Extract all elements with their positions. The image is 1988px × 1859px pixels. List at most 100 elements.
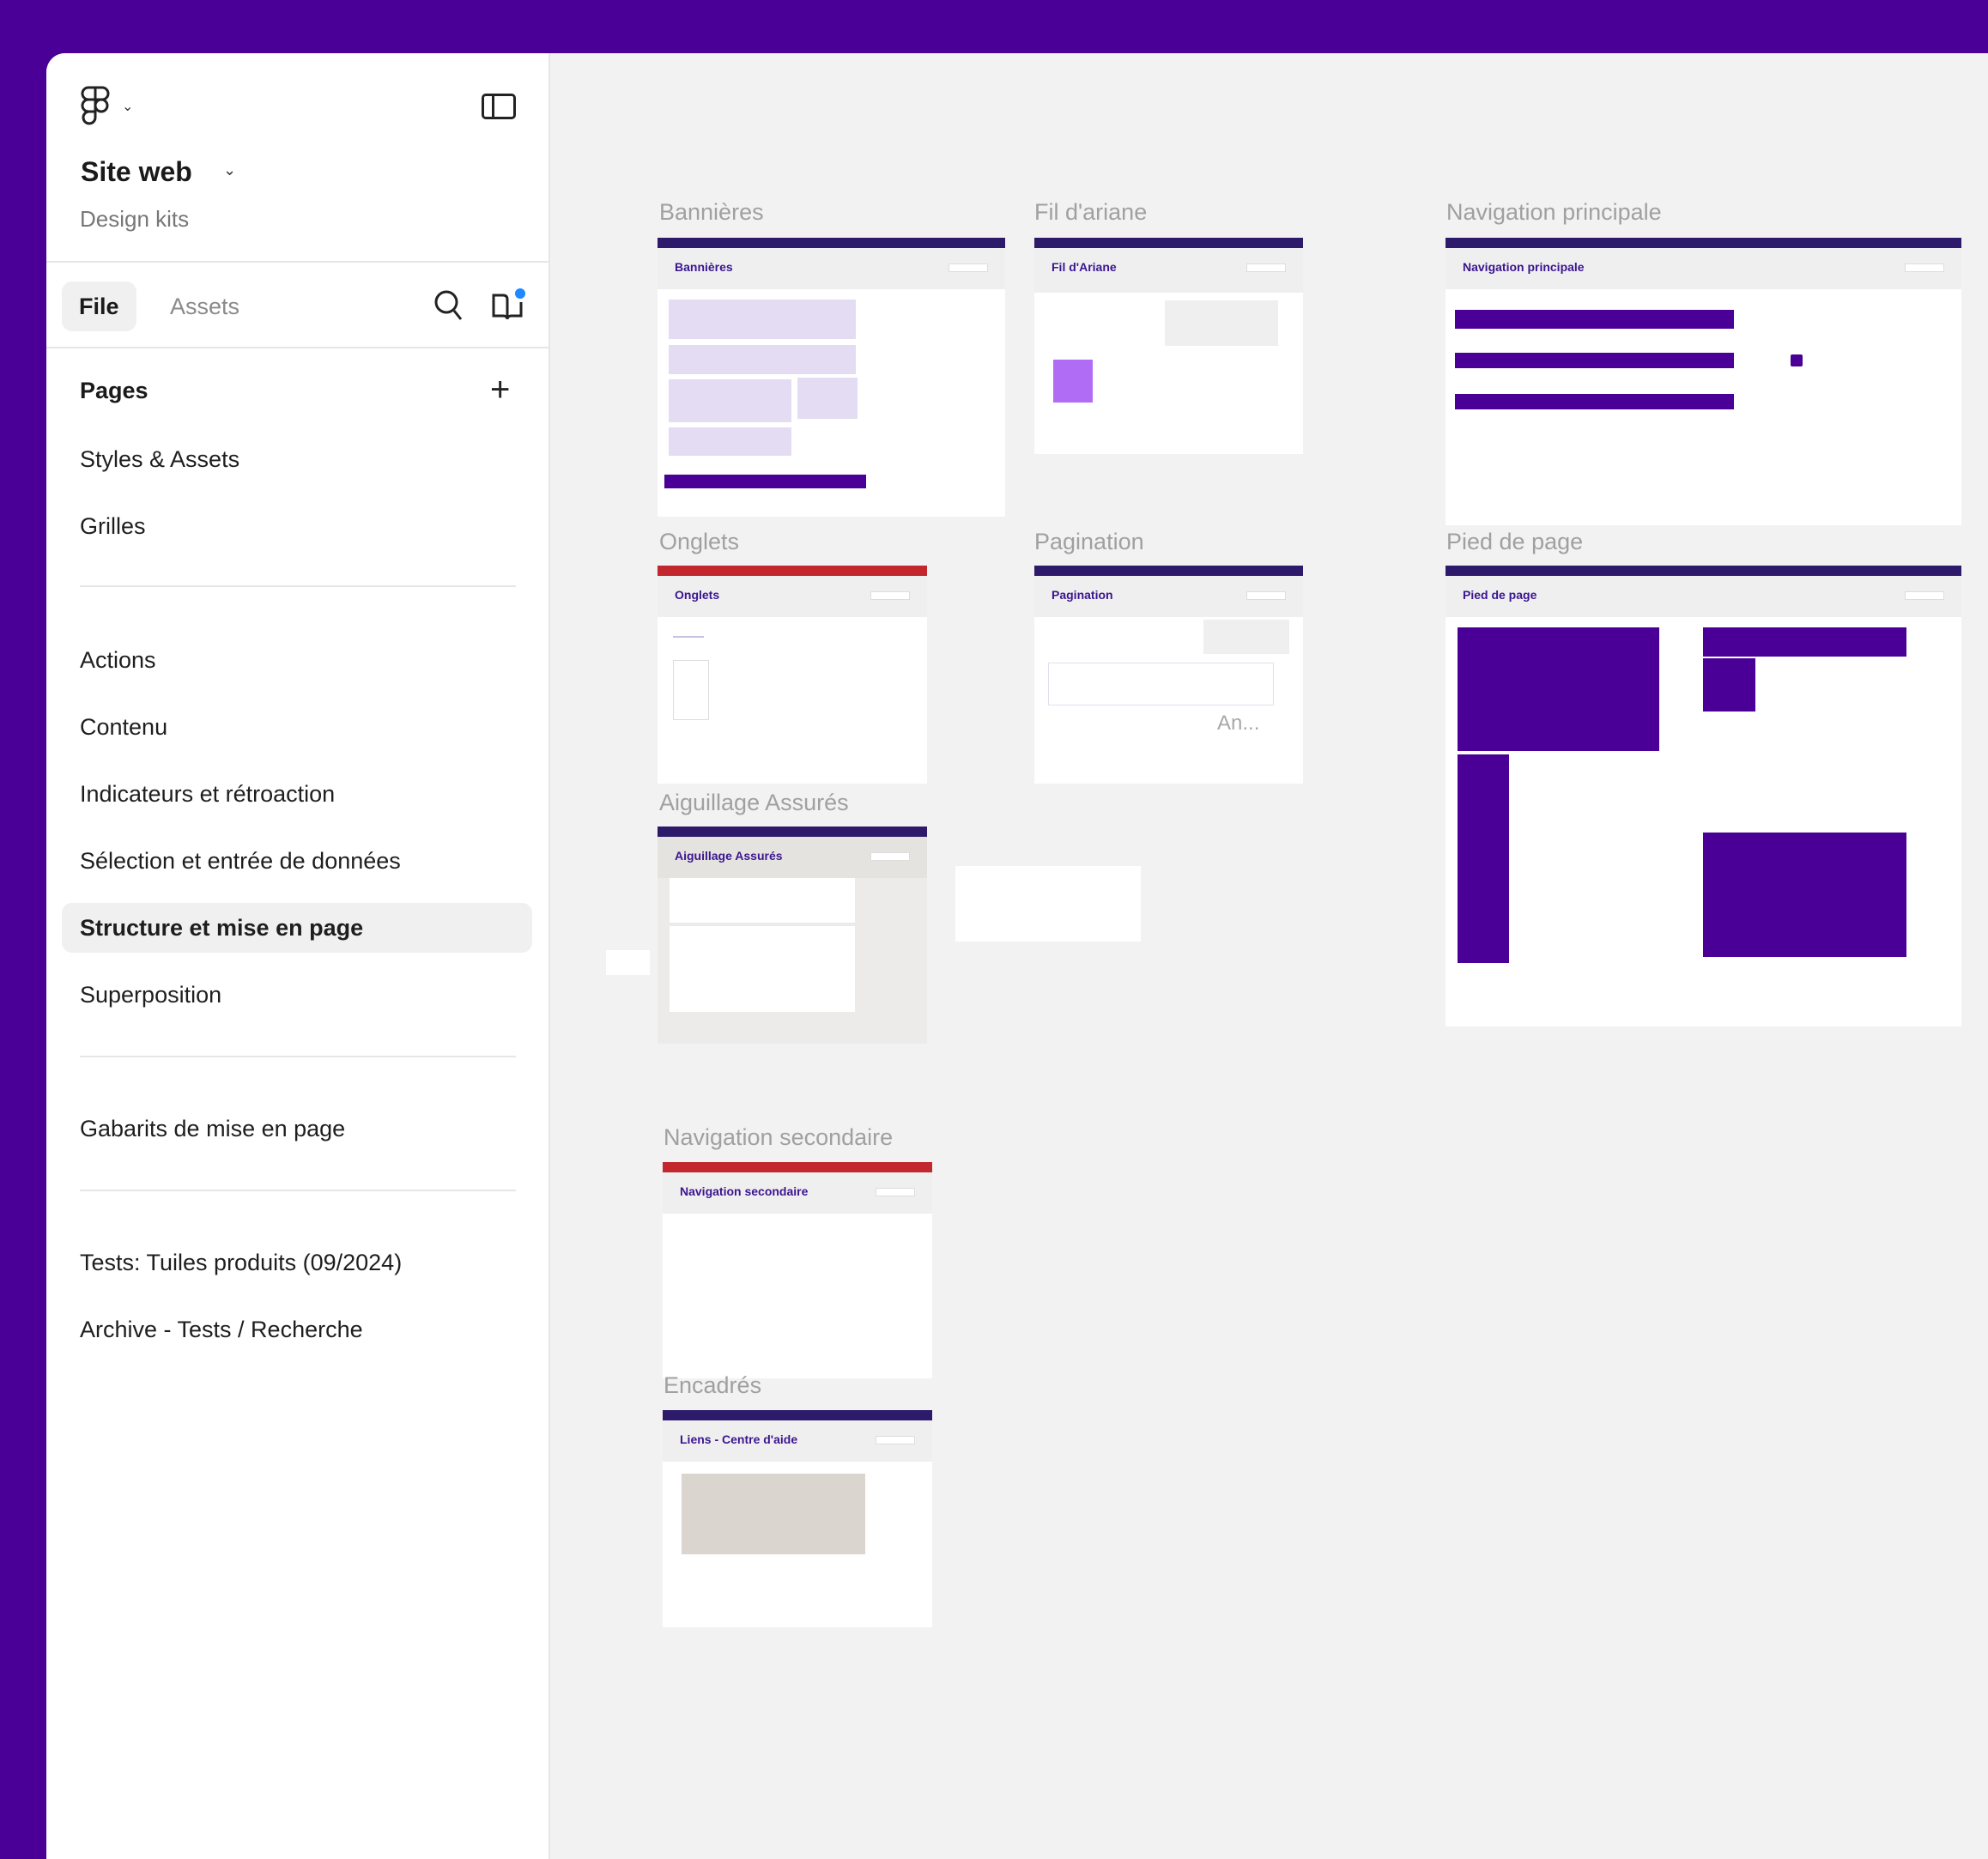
- frame-topbar: [1034, 566, 1303, 576]
- frame-header: Pied de page: [1446, 576, 1961, 617]
- page-item[interactable]: Sélection et entrée de données: [62, 836, 532, 886]
- figma-logo-icon[interactable]: [81, 86, 110, 125]
- pages-title: Pages: [80, 378, 148, 403]
- floating-card[interactable]: [955, 866, 1141, 942]
- nav-placeholder: [1455, 394, 1734, 409]
- frame-title: Fil d'Ariane: [1052, 260, 1117, 274]
- frame-header: Liens - Centre d'aide: [663, 1420, 932, 1462]
- frame-topbar: [1034, 238, 1303, 248]
- search-icon[interactable]: [433, 288, 464, 323]
- left-sidebar: ⌄ Site web ⌄ Design kits File Assets Pag…: [46, 53, 550, 1859]
- pagination-placeholder: [1048, 663, 1274, 705]
- page-item[interactable]: Contenu: [62, 702, 532, 752]
- frame-fil-ariane[interactable]: Fil d'Ariane: [1034, 238, 1303, 454]
- frame-topbar: [658, 827, 927, 837]
- page-item[interactable]: Superposition: [62, 970, 532, 1020]
- nav-placeholder: [1455, 353, 1734, 368]
- tab-assets[interactable]: Assets: [153, 282, 257, 331]
- divider: [80, 1190, 516, 1191]
- frame-header-button: [876, 1188, 915, 1196]
- frame-header: Onglets: [658, 576, 927, 617]
- frame-encadres[interactable]: Liens - Centre d'aide: [663, 1410, 932, 1627]
- frame-header-button: [1246, 263, 1286, 272]
- frame-title: Bannières: [675, 260, 733, 274]
- annotation-placeholder: [1203, 620, 1289, 654]
- frame-topbar: [1446, 566, 1961, 576]
- frame-header-button: [870, 852, 910, 861]
- sidebar-tabs: File Assets: [46, 263, 549, 348]
- note-placeholder: [1053, 360, 1093, 403]
- card-placeholder: [670, 878, 855, 923]
- page-item[interactable]: Grilles: [62, 501, 532, 551]
- page-item[interactable]: Indicateurs et rétroaction: [62, 769, 532, 819]
- frame-label[interactable]: Bannières: [659, 199, 764, 226]
- panel-toggle-icon[interactable]: [482, 94, 516, 119]
- frame-topbar: [1446, 238, 1961, 248]
- frame-topbar: [663, 1162, 932, 1172]
- frame-title: Navigation principale: [1463, 260, 1585, 274]
- banner-placeholder: [669, 300, 856, 339]
- frame-title: Pied de page: [1463, 588, 1537, 602]
- tab-file[interactable]: File: [62, 282, 136, 331]
- frame-header-button: [949, 263, 988, 272]
- page-item[interactable]: Archive - Tests / Recherche: [62, 1305, 532, 1354]
- frame-navigation-principale[interactable]: Navigation principale: [1446, 238, 1961, 525]
- page-item[interactable]: Tests: Tuiles produits (09/2024): [62, 1238, 532, 1287]
- frame-title: Navigation secondaire: [680, 1184, 809, 1198]
- page-item[interactable]: Styles & Assets: [62, 434, 532, 484]
- frame-label[interactable]: Encadrés: [664, 1372, 761, 1399]
- frame-label[interactable]: Onglets: [659, 529, 739, 555]
- frame-header: Aiguillage Assurés: [658, 837, 927, 878]
- icon-placeholder: [1791, 354, 1803, 366]
- frame-label[interactable]: Pied de page: [1446, 529, 1583, 555]
- frame-pied-de-page[interactable]: Pied de page: [1446, 566, 1961, 1026]
- frame-header: Pagination: [1034, 576, 1303, 617]
- banner-placeholder: [664, 475, 866, 488]
- footer-placeholder: [1458, 754, 1509, 963]
- notification-dot: [515, 288, 525, 299]
- card-placeholder: [670, 926, 855, 1012]
- page-item-selected[interactable]: Structure et mise en page: [62, 903, 532, 953]
- page-item[interactable]: Actions: [62, 635, 532, 685]
- footer-placeholder: [1458, 627, 1659, 751]
- frame-header: Fil d'Ariane: [1034, 248, 1303, 293]
- pages-header: Pages +: [46, 348, 549, 433]
- frame-topbar: [658, 238, 1005, 248]
- frame-header: Navigation secondaire: [663, 1172, 932, 1214]
- chevron-down-icon[interactable]: ⌄: [122, 98, 133, 115]
- frame-label[interactable]: Navigation secondaire: [664, 1124, 893, 1151]
- frame-pagination[interactable]: Pagination An...: [1034, 566, 1303, 784]
- banner-placeholder: [669, 379, 791, 422]
- frame-label[interactable]: Fil d'ariane: [1034, 199, 1147, 226]
- frame-label[interactable]: Pagination: [1034, 529, 1144, 555]
- design-canvas[interactable]: Bannières Bannières Fil d'ariane Fil d'A…: [550, 53, 1988, 1859]
- frame-header-button: [1905, 263, 1944, 272]
- chevron-down-icon[interactable]: ⌄: [223, 161, 236, 179]
- frame-label[interactable]: Navigation principale: [1446, 199, 1662, 226]
- frame-onglets[interactable]: Onglets: [658, 566, 927, 784]
- add-page-icon[interactable]: +: [490, 372, 510, 407]
- banner-placeholder: [797, 378, 858, 419]
- frame-header: Navigation principale: [1446, 248, 1961, 289]
- frame-bannieres[interactable]: Bannières: [658, 238, 1005, 517]
- page-item[interactable]: Gabarits de mise en page: [62, 1104, 532, 1154]
- floating-element[interactable]: [606, 950, 650, 975]
- frame-header-button: [870, 591, 910, 600]
- frame-label[interactable]: Aiguillage Assurés: [659, 790, 849, 816]
- frame-aiguillage-assures[interactable]: Aiguillage Assurés: [658, 827, 927, 1044]
- library-icon[interactable]: [491, 287, 525, 323]
- annotation-placeholder: [1165, 300, 1278, 346]
- frame-header-button: [1905, 591, 1944, 600]
- frame-topbar: [658, 566, 927, 576]
- footer-placeholder: [1703, 627, 1906, 657]
- footer-placeholder: [1703, 658, 1755, 712]
- figma-app: ⌄ Site web ⌄ Design kits File Assets Pag…: [46, 53, 1988, 1859]
- divider: [80, 1056, 516, 1057]
- sidebar-header: ⌄ Site web ⌄ Design kits: [46, 53, 549, 263]
- project-title[interactable]: Site web: [81, 156, 192, 188]
- tabs-placeholder: [673, 660, 709, 720]
- frame-title: Onglets: [675, 588, 720, 602]
- frame-navigation-secondaire[interactable]: Navigation secondaire: [663, 1162, 932, 1378]
- banner-placeholder: [669, 345, 856, 374]
- frame-header-button: [876, 1436, 915, 1444]
